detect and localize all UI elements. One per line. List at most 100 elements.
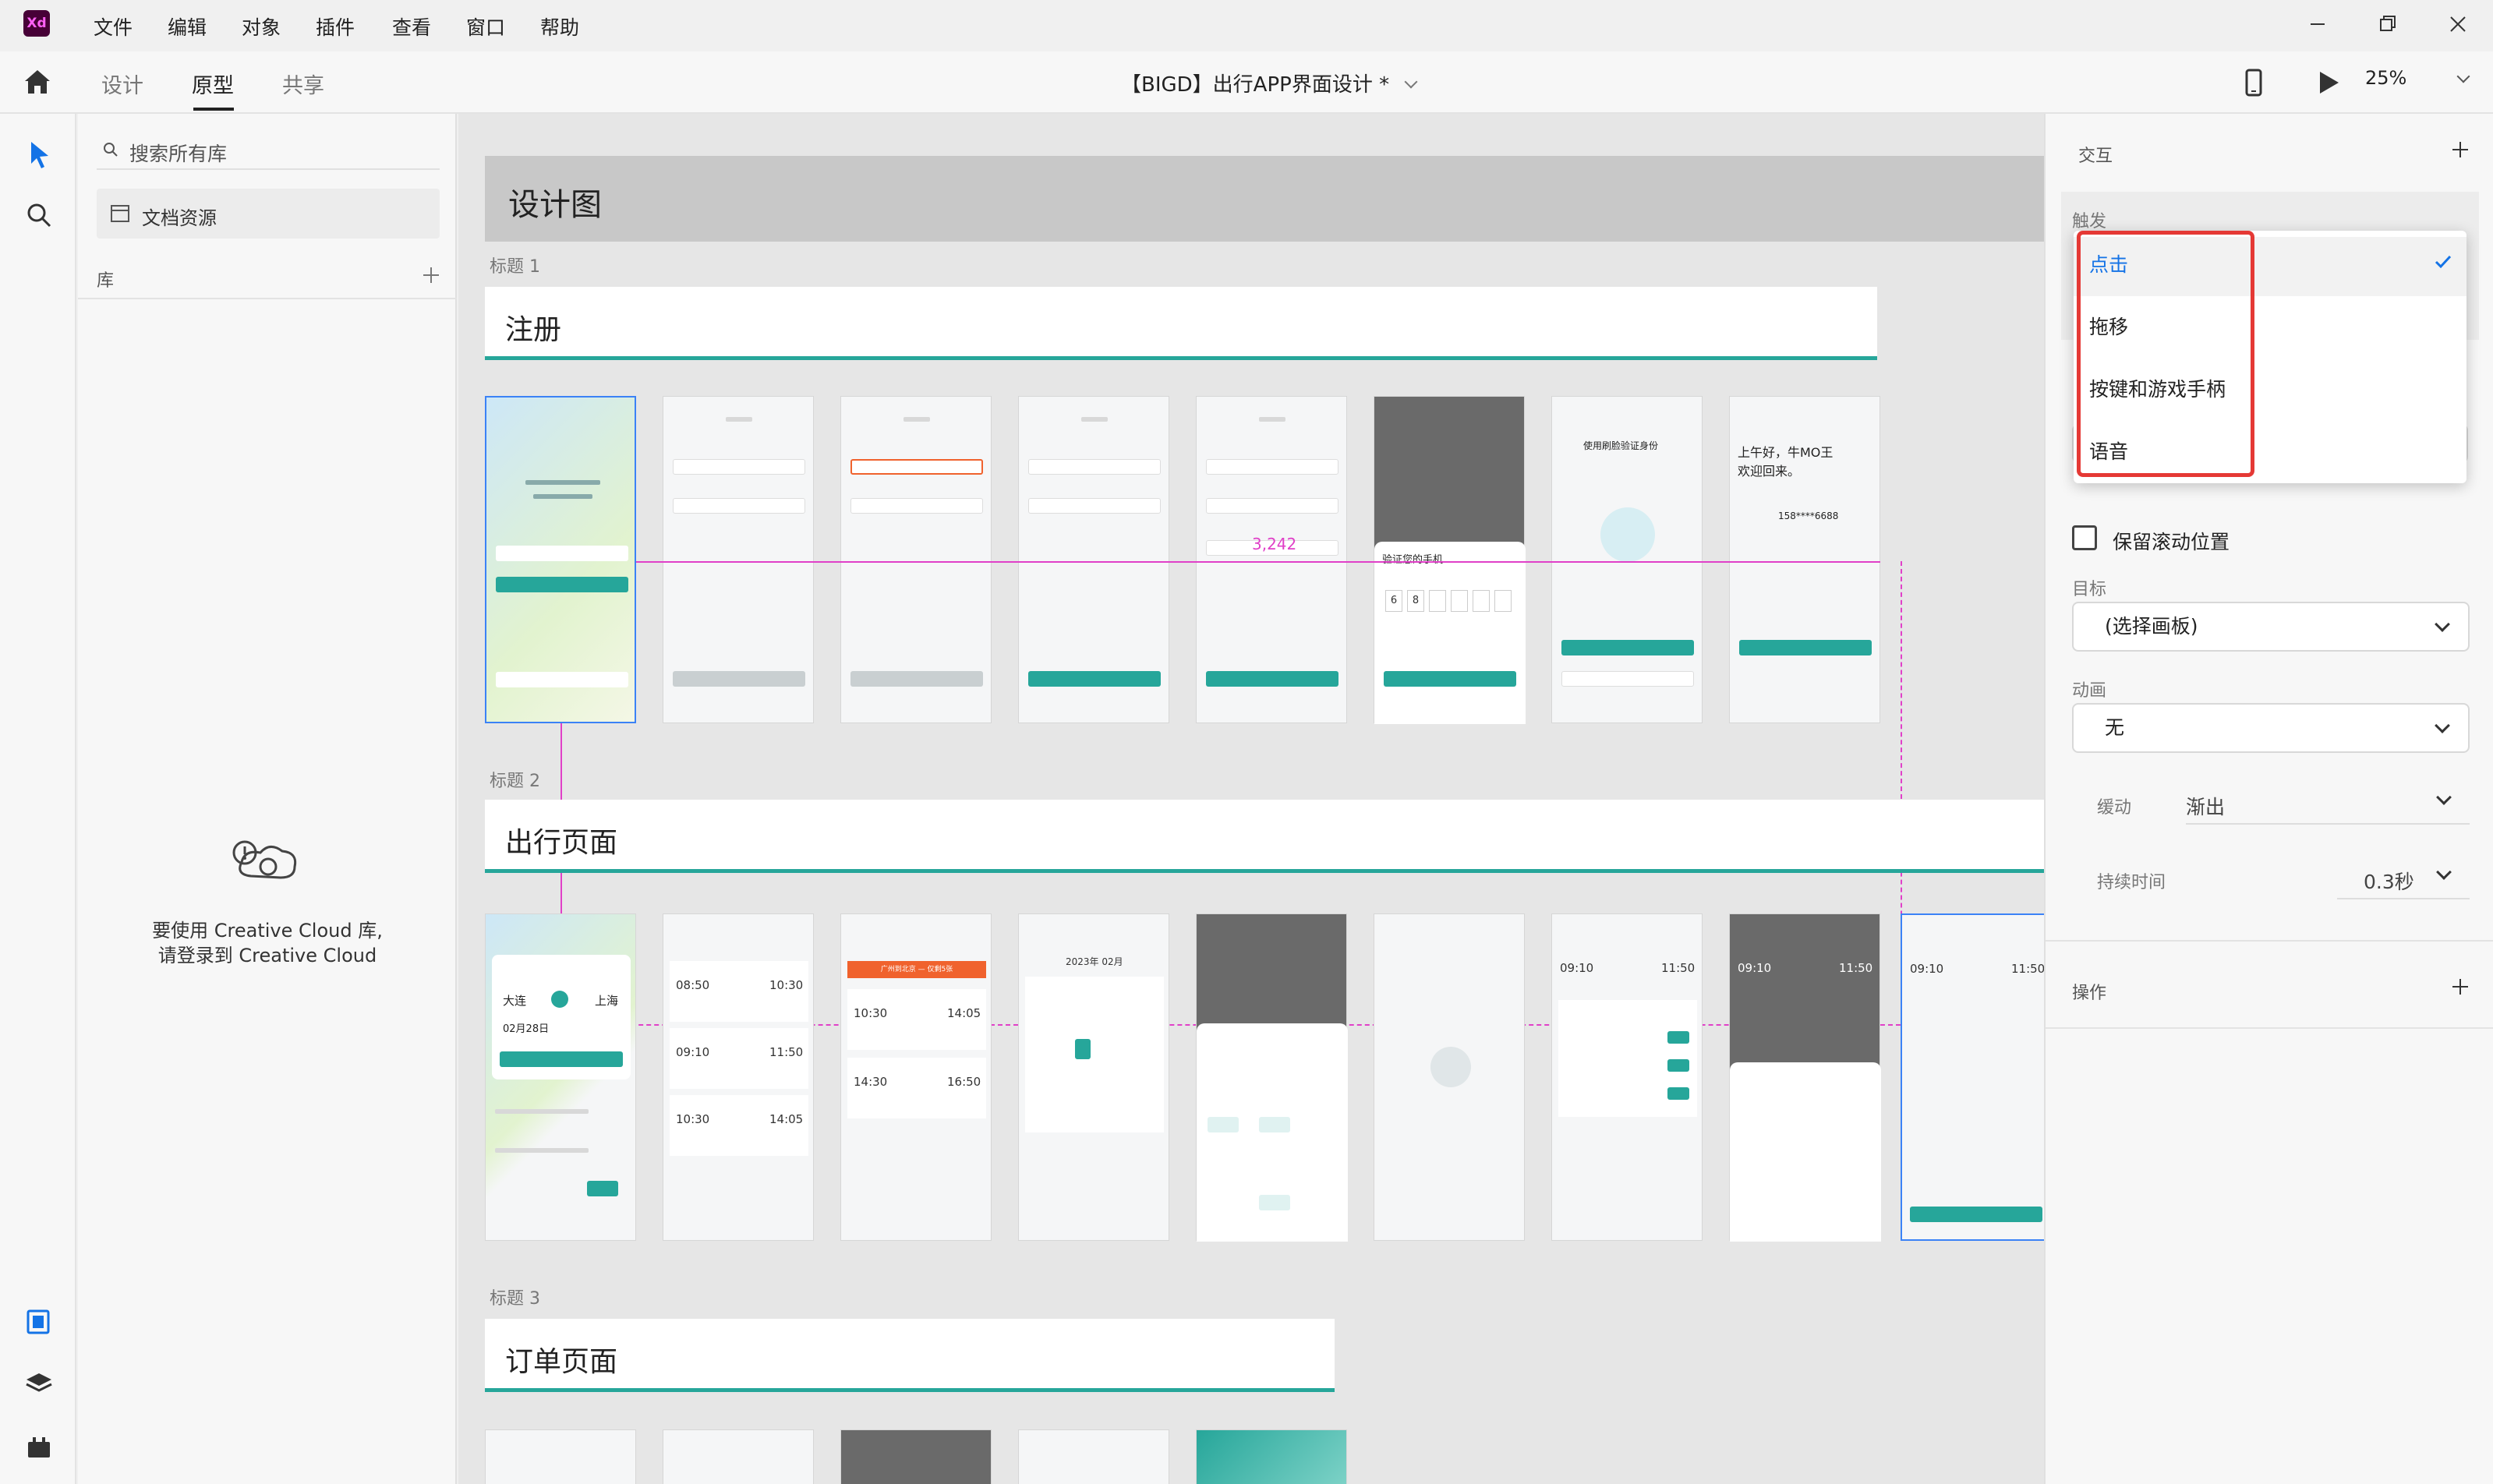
- easing-select[interactable]: 渐出: [2186, 781, 2470, 825]
- menu-view[interactable]: 查看: [392, 12, 431, 41]
- code-digit: [1494, 590, 1512, 612]
- artboard[interactable]: [485, 396, 636, 723]
- artboard[interactable]: 大连 上海 02月28日: [485, 913, 636, 1241]
- add-library-icon[interactable]: [419, 263, 443, 287]
- depart-time: 09:10: [676, 1045, 710, 1059]
- add-interaction-icon[interactable]: [2448, 137, 2473, 162]
- section-heading-text: 订单页面: [505, 1346, 618, 1378]
- depart-time: 09:10: [1910, 962, 1944, 976]
- ticket-card: 10:30 14:05: [847, 989, 986, 1050]
- chevron-down-icon: [1404, 75, 1418, 89]
- artboard[interactable]: [1196, 1429, 1347, 1484]
- selected-date: [1075, 1039, 1091, 1059]
- cc-signin-message: 要使用 Creative Cloud 库, 请登录到 Creative Clou…: [78, 918, 457, 968]
- add-action-icon[interactable]: [2448, 974, 2473, 999]
- calendar-grid: [1025, 977, 1164, 1132]
- artboard[interactable]: [1018, 1429, 1169, 1484]
- search-button: [500, 1051, 623, 1067]
- layers-icon[interactable]: [23, 1369, 55, 1400]
- input-field: [496, 546, 628, 561]
- menu-object[interactable]: 对象: [242, 12, 281, 41]
- doc-assets-item[interactable]: 文档资源: [97, 189, 440, 238]
- artboard[interactable]: 08:50 10:30 09:10 11:50 10:30 14:05: [663, 913, 814, 1241]
- close-icon[interactable]: [2445, 11, 2471, 37]
- artboard[interactable]: [840, 396, 992, 723]
- artboard[interactable]: 09:10 11:50: [1729, 913, 1881, 1242]
- restore-icon[interactable]: [2375, 11, 2401, 37]
- trigger-dropdown[interactable]: 点击 拖移 按键和游戏手柄 语音: [2074, 231, 2466, 483]
- face-illustration: [1600, 507, 1655, 562]
- animation-select[interactable]: 无: [2072, 703, 2470, 753]
- artboard[interactable]: 广州到北京 — 仅剩5张 10:30 14:05 14:30 16:50: [840, 913, 992, 1241]
- zoom-tool-icon[interactable]: [23, 200, 55, 231]
- list-item: [495, 1148, 589, 1153]
- calendar-month: 2023年 02月: [1066, 956, 1123, 967]
- identity-title: 使用刷脸验证身份: [1583, 440, 1659, 451]
- menu-file[interactable]: 文件: [94, 12, 133, 41]
- section-heading: 注册: [485, 287, 1877, 360]
- minimize-icon[interactable]: [2304, 11, 2331, 37]
- artboard[interactable]: [1374, 913, 1525, 1241]
- divider: [78, 298, 457, 299]
- zoom-select[interactable]: 25%: [2365, 67, 2474, 98]
- secondary-button: [1561, 671, 1694, 687]
- nav-title: [903, 417, 930, 422]
- section-label: 标题 2: [490, 772, 540, 791]
- artboard[interactable]: [1196, 396, 1347, 723]
- input-field: [850, 498, 983, 514]
- artboard[interactable]: 09:10 11:50: [1901, 913, 2044, 1241]
- section-label: 标题 1: [490, 257, 540, 277]
- tab-share[interactable]: 共享: [282, 69, 324, 99]
- ticket-card: 14:30 16:50: [847, 1058, 986, 1118]
- home-icon[interactable]: [22, 67, 53, 98]
- artboard[interactable]: [485, 1429, 636, 1484]
- design-canvas[interactable]: 设计图 标题 1 注册 验证您的手机 6 8 使用刷脸验证身份 上午好，牛MO王…: [458, 114, 2044, 1484]
- device-preview-icon[interactable]: [2240, 67, 2267, 100]
- artboard[interactable]: [840, 1429, 992, 1484]
- search-icon: [104, 143, 118, 157]
- disabled-button: [850, 671, 983, 687]
- artboard[interactable]: 2023年 02月: [1018, 913, 1169, 1241]
- active-tab-indicator: [193, 108, 234, 111]
- interaction-title: 交互: [2078, 147, 2113, 166]
- artboard[interactable]: 09:10 11:50: [1551, 913, 1703, 1241]
- menu-plugins[interactable]: 插件: [316, 12, 355, 41]
- preserve-scroll-checkbox[interactable]: [2072, 525, 2097, 550]
- target-select[interactable]: (选择画板): [2072, 602, 2470, 652]
- select-tool-icon[interactable]: [23, 139, 55, 170]
- tab-design[interactable]: 设计: [101, 69, 143, 99]
- library-search[interactable]: 搜索所有库: [97, 129, 440, 170]
- artboard[interactable]: 验证您的手机 6 8: [1374, 396, 1526, 724]
- libraries-icon[interactable]: [23, 1306, 55, 1337]
- arrive-time: 11:50: [2011, 962, 2044, 976]
- plugins-icon[interactable]: [23, 1431, 55, 1462]
- book-button: [1667, 1031, 1689, 1044]
- menu-window[interactable]: 窗口: [466, 12, 505, 41]
- select-field: [1206, 459, 1338, 475]
- libraries-panel: 搜索所有库 文档资源 库 要使用 Creative Cloud 库, 请登录到 …: [78, 114, 457, 1484]
- document-title[interactable]: 【BIGD】出行APP界面设计 *: [1121, 69, 1418, 97]
- chevron-down-icon: [2435, 617, 2450, 632]
- artboard[interactable]: [1196, 913, 1348, 1242]
- duration-select[interactable]: 0.3秒: [2337, 856, 2470, 899]
- artboard[interactable]: [1018, 396, 1169, 723]
- play-icon[interactable]: [2312, 67, 2343, 98]
- filter-chip: [1259, 1117, 1290, 1132]
- code-digit: [1451, 590, 1468, 612]
- artboard[interactable]: [663, 396, 814, 723]
- section-label: 标题 3: [490, 1289, 540, 1309]
- chevron-down-icon: [2456, 69, 2470, 83]
- menu-help[interactable]: 帮助: [540, 12, 579, 41]
- artboard[interactable]: 使用刷脸验证身份: [1551, 396, 1703, 723]
- depart-time: 10:30: [676, 1112, 710, 1126]
- document-title-text: 【BIGD】出行APP界面设计 *: [1121, 73, 1390, 97]
- cc-message-line1: 要使用 Creative Cloud 库,: [152, 920, 383, 942]
- from-city: 大连: [503, 994, 527, 1008]
- to-city: 上海: [595, 994, 619, 1008]
- artboard[interactable]: 上午好，牛MO王 欢迎回来。 158****6688: [1729, 396, 1880, 723]
- tab-prototype[interactable]: 原型: [192, 69, 234, 99]
- promo-button: [587, 1181, 618, 1196]
- target-value: (选择画板): [2105, 615, 2198, 638]
- menu-edit[interactable]: 编辑: [168, 12, 207, 41]
- artboard[interactable]: [663, 1429, 814, 1484]
